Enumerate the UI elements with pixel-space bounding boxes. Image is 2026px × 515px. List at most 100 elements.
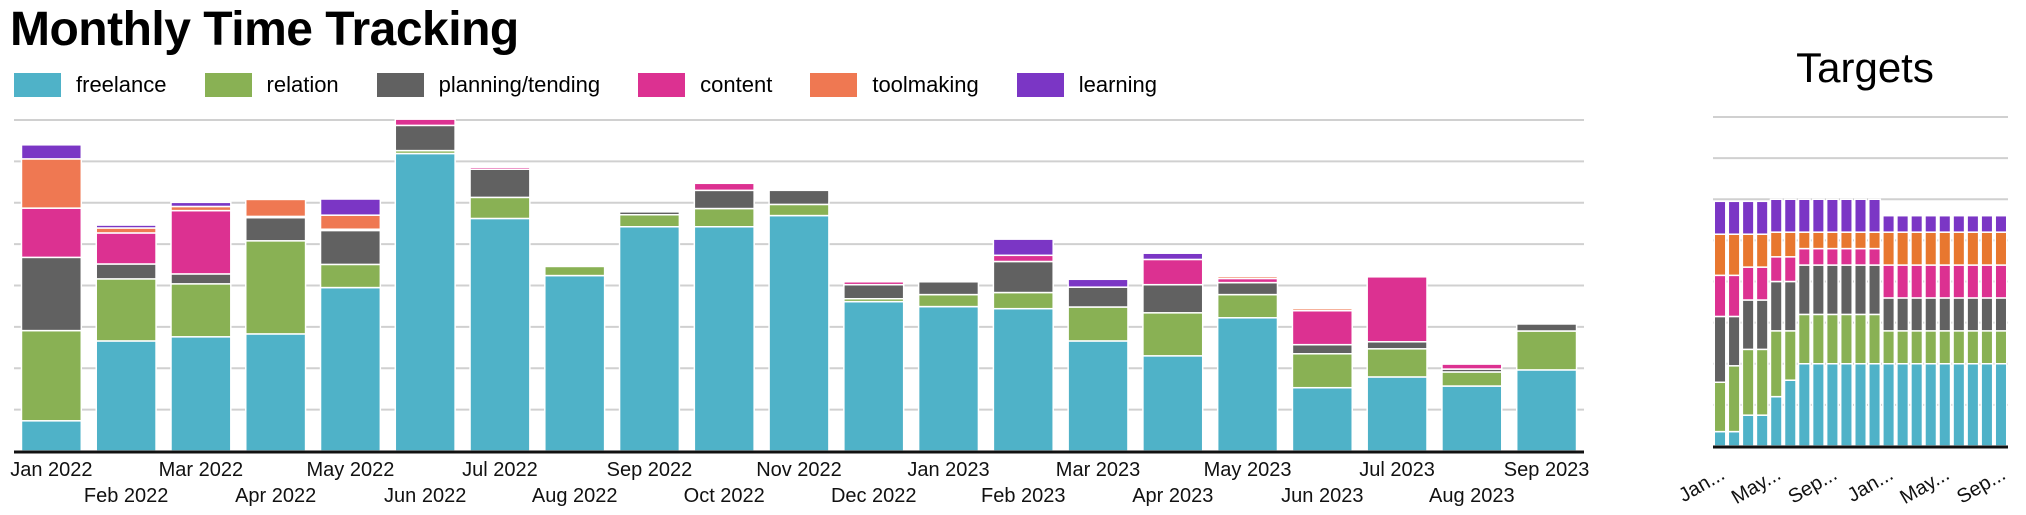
bar-segment-planning-tending[interactable] xyxy=(1769,280,1783,332)
bar-segment-planning-tending[interactable] xyxy=(1741,299,1755,351)
bar-segment-relation[interactable] xyxy=(1868,313,1882,365)
bar-segment-planning-tending[interactable] xyxy=(1811,264,1825,316)
bar-segment-freelance[interactable] xyxy=(1952,363,1966,447)
bar-segment-content[interactable] xyxy=(1291,309,1353,346)
bar-segment-freelance[interactable] xyxy=(1825,363,1839,447)
bar-segment-toolmaking[interactable] xyxy=(1783,231,1797,258)
bar-segment-toolmaking[interactable] xyxy=(1769,231,1783,258)
bar-segment-freelance[interactable] xyxy=(992,307,1054,452)
bar-segment-relation[interactable] xyxy=(1839,313,1853,365)
bar-segment-planning-tending[interactable] xyxy=(1515,323,1578,332)
bar-stack-jul-2023[interactable] xyxy=(1966,214,1980,447)
bar-stack-sep-2022[interactable] xyxy=(1825,198,1839,447)
bar-stack-apr-2023[interactable] xyxy=(1924,214,1938,447)
bar-segment-toolmaking[interactable] xyxy=(1882,231,1896,266)
bar-segment-relation[interactable] xyxy=(768,203,830,217)
bar-segment-freelance[interactable] xyxy=(1811,363,1825,447)
bar-stack-apr-2022[interactable] xyxy=(1755,200,1769,447)
bar-stack-nov-2022[interactable] xyxy=(1853,198,1868,447)
bar-segment-content[interactable] xyxy=(1441,363,1503,370)
bar-stack-jan-2023[interactable] xyxy=(917,281,980,452)
bar-segment-planning-tending[interactable] xyxy=(1966,297,1980,332)
bar-segment-toolmaking[interactable] xyxy=(1825,231,1839,250)
bar-segment-content[interactable] xyxy=(1769,256,1783,283)
bar-stack-sep-2023[interactable] xyxy=(1994,214,2008,447)
bar-stack-jul-2022[interactable] xyxy=(1797,198,1811,447)
bar-segment-planning-tending[interactable] xyxy=(394,124,456,152)
bar-stack-aug-2022[interactable] xyxy=(544,265,606,452)
bar-segment-freelance[interactable] xyxy=(1441,385,1503,452)
bar-segment-learning[interactable] xyxy=(319,198,382,216)
bar-segment-freelance[interactable] xyxy=(1216,317,1279,452)
bar-stack-may-2022[interactable] xyxy=(1769,198,1783,447)
bar-segment-learning[interactable] xyxy=(1924,214,1938,233)
bar-segment-planning-tending[interactable] xyxy=(319,229,382,266)
bar-segment-freelance[interactable] xyxy=(1868,363,1882,447)
bar-segment-planning-tending[interactable] xyxy=(1952,297,1966,332)
bar-segment-relation[interactable] xyxy=(1910,330,1924,365)
bar-segment-toolmaking[interactable] xyxy=(1839,231,1853,250)
bar-stack-apr-2022[interactable] xyxy=(245,198,307,452)
bar-stack-nov-2022[interactable] xyxy=(768,189,830,452)
bar-segment-content[interactable] xyxy=(1142,258,1204,286)
bar-stack-sep-2023[interactable] xyxy=(1515,323,1578,452)
bar-segment-freelance[interactable] xyxy=(544,274,606,452)
bar-segment-toolmaking[interactable] xyxy=(1896,231,1910,266)
bar-segment-planning-tending[interactable] xyxy=(1366,341,1428,350)
bar-segment-planning-tending[interactable] xyxy=(992,260,1054,294)
bar-segment-content[interactable] xyxy=(992,254,1054,263)
bar-segment-content[interactable] xyxy=(693,182,755,192)
bar-segment-relation[interactable] xyxy=(20,329,83,422)
bar-segment-freelance[interactable] xyxy=(1966,363,1980,447)
bar-segment-planning-tending[interactable] xyxy=(1783,280,1797,332)
bar-segment-toolmaking[interactable] xyxy=(1980,231,1994,266)
bar-segment-freelance[interactable] xyxy=(917,305,980,452)
bar-segment-planning-tending[interactable] xyxy=(917,281,980,296)
bar-segment-content[interactable] xyxy=(1882,264,1896,299)
bar-stack-feb-2022[interactable] xyxy=(1727,200,1741,447)
bar-segment-relation[interactable] xyxy=(1755,348,1769,416)
bar-segment-freelance[interactable] xyxy=(245,333,307,452)
bar-stack-jun-2023[interactable] xyxy=(1291,307,1353,452)
bar-segment-relation[interactable] xyxy=(469,196,531,220)
bar-segment-planning-tending[interactable] xyxy=(1825,264,1839,316)
bar-segment-content[interactable] xyxy=(1839,247,1853,266)
bar-segment-relation[interactable] xyxy=(1966,330,1980,365)
bar-segment-planning-tending[interactable] xyxy=(1839,264,1853,316)
bar-segment-relation[interactable] xyxy=(245,240,307,335)
bar-segment-relation[interactable] xyxy=(1769,330,1783,398)
bar-segment-relation[interactable] xyxy=(1291,353,1353,389)
bar-segment-planning-tending[interactable] xyxy=(1067,286,1129,308)
bar-segment-toolmaking[interactable] xyxy=(1755,233,1769,268)
bar-segment-planning-tending[interactable] xyxy=(1755,299,1769,351)
bar-stack-mar-2023[interactable] xyxy=(1910,214,1924,447)
bar-segment-freelance[interactable] xyxy=(1980,363,1994,447)
bar-segment-relation[interactable] xyxy=(1067,306,1129,342)
bar-segment-freelance[interactable] xyxy=(693,225,755,452)
bar-stack-dec-2022[interactable] xyxy=(843,281,905,452)
bar-segment-learning[interactable] xyxy=(1966,214,1980,233)
bar-segment-planning-tending[interactable] xyxy=(618,211,681,216)
bar-segment-planning-tending[interactable] xyxy=(768,189,830,206)
bar-segment-freelance[interactable] xyxy=(1067,340,1129,452)
bar-segment-planning-tending[interactable] xyxy=(843,283,905,300)
bar-segment-planning-tending[interactable] xyxy=(1727,315,1741,367)
bar-segment-relation[interactable] xyxy=(1797,313,1811,365)
bar-segment-relation[interactable] xyxy=(1713,381,1727,433)
bar-segment-learning[interactable] xyxy=(992,238,1054,257)
bar-segment-planning-tending[interactable] xyxy=(170,273,232,285)
bar-segment-freelance[interactable] xyxy=(1910,363,1924,447)
bar-segment-learning[interactable] xyxy=(95,224,157,229)
bar-segment-content[interactable] xyxy=(1713,274,1727,318)
bar-segment-content[interactable] xyxy=(1938,264,1952,299)
bar-segment-content[interactable] xyxy=(1783,256,1797,283)
bar-segment-relation[interactable] xyxy=(1938,330,1952,365)
bar-segment-learning[interactable] xyxy=(1142,252,1204,261)
bar-segment-planning-tending[interactable] xyxy=(1882,297,1896,332)
bar-segment-toolmaking[interactable] xyxy=(1868,231,1882,250)
bar-segment-freelance[interactable] xyxy=(1994,363,2008,447)
bar-segment-relation[interactable] xyxy=(319,263,382,289)
bar-segment-freelance[interactable] xyxy=(469,217,531,452)
bar-segment-toolmaking[interactable] xyxy=(1853,231,1868,250)
bar-segment-content[interactable] xyxy=(1755,266,1769,301)
